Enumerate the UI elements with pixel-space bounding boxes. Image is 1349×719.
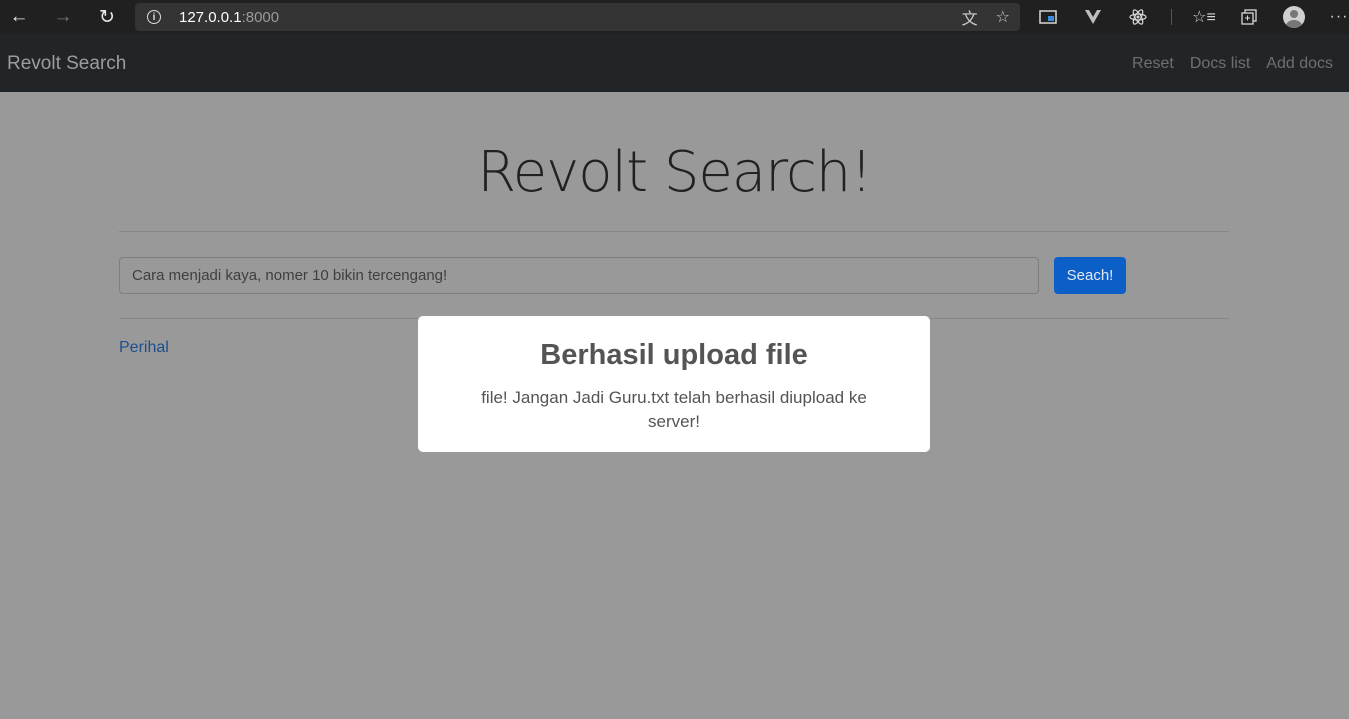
reload-icon[interactable]: ↻ [90, 0, 124, 34]
react-devtools-icon[interactable] [1126, 5, 1150, 29]
site-info-icon[interactable]: i [147, 10, 161, 24]
app-navbar: Revolt Search Reset Docs list Add docs [0, 34, 1349, 92]
address-bar[interactable]: i 127.0.0.1:8000 文 ☆ [135, 3, 1020, 31]
nav-link-docs-list[interactable]: Docs list [1190, 55, 1250, 73]
url-text[interactable]: 127.0.0.1:8000 [179, 9, 279, 26]
search-input[interactable]: Cara menjadi kaya, nomer 10 bikin tercen… [119, 257, 1039, 294]
back-icon[interactable]: ← [2, 0, 36, 34]
nav-link-add-docs[interactable]: Add docs [1266, 55, 1333, 73]
page-title: Revolt Search! [477, 140, 872, 205]
favorite-star-icon[interactable]: ☆ [996, 7, 1010, 27]
collections-icon[interactable] [1237, 5, 1261, 29]
perihal-link[interactable]: Perihal [119, 339, 169, 357]
upload-success-modal: Berhasil upload file file! Jangan Jadi G… [418, 316, 930, 452]
more-menu-icon[interactable]: ··· [1327, 5, 1349, 29]
navbar-brand[interactable]: Revolt Search [7, 53, 126, 75]
translate-icon[interactable]: 文 [962, 5, 978, 29]
favorites-icon[interactable]: ☆≡ [1192, 5, 1216, 29]
modal-title: Berhasil upload file [540, 339, 808, 371]
url-port: :8000 [241, 8, 280, 26]
nav-link-reset[interactable]: Reset [1132, 55, 1174, 73]
avatar-icon [1283, 6, 1305, 28]
navbar-links: Reset Docs list Add docs [1132, 55, 1333, 73]
profile-avatar[interactable] [1282, 5, 1306, 29]
divider-top [119, 231, 1229, 232]
extension-screen-icon[interactable] [1036, 5, 1060, 29]
toolbar-separator [1171, 9, 1172, 25]
vue-devtools-icon[interactable] [1081, 5, 1105, 29]
search-button[interactable]: Seach! [1054, 257, 1126, 294]
modal-message: file! Jangan Jadi Guru.txt telah berhasi… [481, 388, 867, 431]
browser-toolbar: ← → ↻ i 127.0.0.1:8000 文 ☆ ☆≡ ··· [0, 0, 1349, 34]
url-host: 127.0.0.1 [179, 8, 242, 26]
forward-icon[interactable]: → [46, 0, 80, 34]
